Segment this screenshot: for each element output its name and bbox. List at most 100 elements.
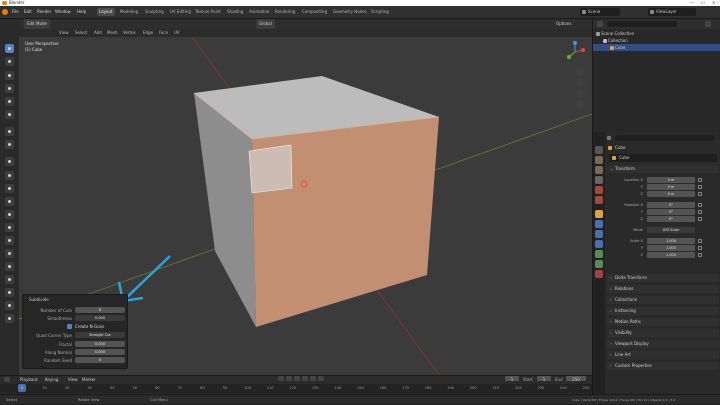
inset-tool-icon[interactable] xyxy=(5,184,14,193)
annotate-tool-icon[interactable] xyxy=(5,127,14,136)
navigation-gizmo-icon[interactable] xyxy=(564,41,586,63)
add-cube-tool-icon[interactable] xyxy=(5,157,14,166)
section-instancing[interactable]: Instancing xyxy=(607,307,719,315)
menu-help[interactable]: Help xyxy=(77,8,86,16)
shear-tool-icon[interactable] xyxy=(5,301,14,310)
lock-icon[interactable] xyxy=(698,178,702,182)
render-properties-tab-icon[interactable] xyxy=(595,156,603,164)
rotation-y-field[interactable]: 0° xyxy=(647,209,695,215)
create-ngons-checkbox[interactable] xyxy=(67,324,72,329)
3d-viewport[interactable]: Edit Mode Global Options View Select Add… xyxy=(19,19,592,375)
smoothness-field[interactable]: 0.000 xyxy=(75,315,125,321)
tab-sculpting[interactable]: Sculpting xyxy=(143,8,166,16)
tab-rendering[interactable]: Rendering xyxy=(273,8,297,16)
section-relations[interactable]: Relations xyxy=(607,285,719,293)
operator-panel-title[interactable]: Subdivide xyxy=(29,297,49,303)
location-z-field[interactable]: 0 m xyxy=(647,191,695,197)
scene-selector[interactable]: Scene xyxy=(580,8,620,16)
tab-shading[interactable]: Shading xyxy=(225,8,245,16)
prev-keyframe-icon[interactable] xyxy=(286,376,292,381)
scale-z-field[interactable]: 1.000 xyxy=(647,252,695,258)
location-y-field[interactable]: 0 m xyxy=(647,184,695,190)
section-custom-properties[interactable]: Custom Properties xyxy=(607,362,719,370)
menu-keying[interactable]: Keying xyxy=(45,376,58,383)
menu-edge[interactable]: Edge xyxy=(143,29,153,37)
measure-tool-icon[interactable] xyxy=(5,140,14,149)
world-properties-tab-icon[interactable] xyxy=(595,196,603,204)
edge-slide-tool-icon[interactable] xyxy=(5,275,14,284)
scene-properties-tab-icon[interactable] xyxy=(595,186,603,194)
menu-window[interactable]: Window xyxy=(55,8,71,16)
output-properties-tab-icon[interactable] xyxy=(595,166,603,174)
options-button[interactable]: Options xyxy=(556,19,571,29)
menu-marker[interactable]: Marker xyxy=(82,376,96,383)
tab-texture-paint[interactable]: Texture Paint xyxy=(193,8,223,16)
tab-modeling[interactable]: Modeling xyxy=(118,8,140,16)
quad-corner-type-select[interactable]: Straight Cut xyxy=(75,332,125,338)
fractal-field[interactable]: 0.000 xyxy=(75,341,125,347)
properties-search-input[interactable] xyxy=(615,135,715,141)
lock-icon[interactable] xyxy=(698,217,702,221)
outliner-row-collection[interactable]: Collection xyxy=(593,37,720,44)
zoom-icon[interactable] xyxy=(576,67,585,76)
particles-tab-icon[interactable] xyxy=(595,230,603,238)
object-name-field[interactable]: Cube xyxy=(609,154,717,162)
poly-build-tool-icon[interactable] xyxy=(5,236,14,245)
lock-icon[interactable] xyxy=(698,246,702,250)
menu-file[interactable]: File xyxy=(12,8,19,16)
filter-icon[interactable] xyxy=(705,21,711,27)
tab-compositing[interactable]: Compositing xyxy=(300,8,329,16)
pan-hand-icon[interactable] xyxy=(576,78,585,87)
tab-uv-editing[interactable]: UV Editing xyxy=(168,8,193,16)
menu-select[interactable]: Select xyxy=(75,29,87,37)
shrink-fatten-tool-icon[interactable] xyxy=(5,288,14,297)
extrude-tool-icon[interactable] xyxy=(5,171,14,180)
scale-tool-icon[interactable] xyxy=(5,97,14,106)
lock-icon[interactable] xyxy=(698,203,702,207)
rotate-tool-icon[interactable] xyxy=(5,84,14,93)
menu-add[interactable]: Add xyxy=(94,29,102,37)
object-properties-tab-icon[interactable] xyxy=(595,210,603,218)
blender-menu-icon[interactable] xyxy=(2,9,8,15)
section-transform[interactable]: Transform xyxy=(607,165,719,173)
play-icon[interactable] xyxy=(302,376,308,381)
object-data-tab-icon[interactable] xyxy=(595,260,603,268)
menu-playback[interactable]: Playback xyxy=(20,376,38,383)
play-reverse-icon[interactable] xyxy=(294,376,300,381)
modifier-properties-tab-icon[interactable] xyxy=(595,220,603,228)
section-viewport-display[interactable]: Viewport Display xyxy=(607,340,719,348)
timeline-editor-type-icon[interactable] xyxy=(4,377,10,382)
tab-layout[interactable]: Layout xyxy=(97,8,115,16)
constraints-tab-icon[interactable] xyxy=(595,250,603,258)
rotation-x-field[interactable]: 0° xyxy=(647,202,695,208)
start-frame-field[interactable]: 1 xyxy=(537,376,551,382)
move-tool-icon[interactable] xyxy=(5,71,14,80)
lock-icon[interactable] xyxy=(698,210,702,214)
next-keyframe-icon[interactable] xyxy=(310,376,316,381)
menu-mesh[interactable]: Mesh xyxy=(107,29,118,37)
menu-view-timeline[interactable]: View xyxy=(68,376,78,383)
location-x-field[interactable]: 0 m xyxy=(647,177,695,183)
transform-orientation[interactable]: Global xyxy=(256,19,275,29)
outliner-row-cube[interactable]: Cube xyxy=(593,44,720,51)
grid-perspective-icon[interactable] xyxy=(576,100,585,109)
menu-view[interactable]: View xyxy=(59,29,69,37)
mode-selector[interactable]: Edit Mode xyxy=(24,19,50,29)
section-line-art[interactable]: Line Art xyxy=(607,351,719,359)
lock-icon[interactable] xyxy=(698,239,702,243)
along-normal-field[interactable]: 0.000 xyxy=(75,349,125,355)
bevel-tool-icon[interactable] xyxy=(5,197,14,206)
menu-vertex[interactable]: Vertex xyxy=(123,29,136,37)
menu-edit[interactable]: Edit xyxy=(24,8,32,16)
section-collections[interactable]: Collections xyxy=(607,296,719,304)
scale-y-field[interactable]: 1.000 xyxy=(647,245,695,251)
camera-view-icon[interactable] xyxy=(576,89,585,98)
outliner-row-scene-collection[interactable]: Scene Collection xyxy=(593,30,720,37)
outliner-search-input[interactable] xyxy=(607,21,677,27)
number-of-cuts-field[interactable]: 6 xyxy=(75,307,125,313)
rotation-mode-select[interactable]: XYZ Euler xyxy=(647,227,695,233)
scale-x-field[interactable]: 1.000 xyxy=(647,238,695,244)
knife-tool-icon[interactable] xyxy=(5,223,14,232)
view-layer-selector[interactable]: ViewLayer xyxy=(648,8,696,16)
rotation-z-field[interactable]: 0° xyxy=(647,216,695,222)
